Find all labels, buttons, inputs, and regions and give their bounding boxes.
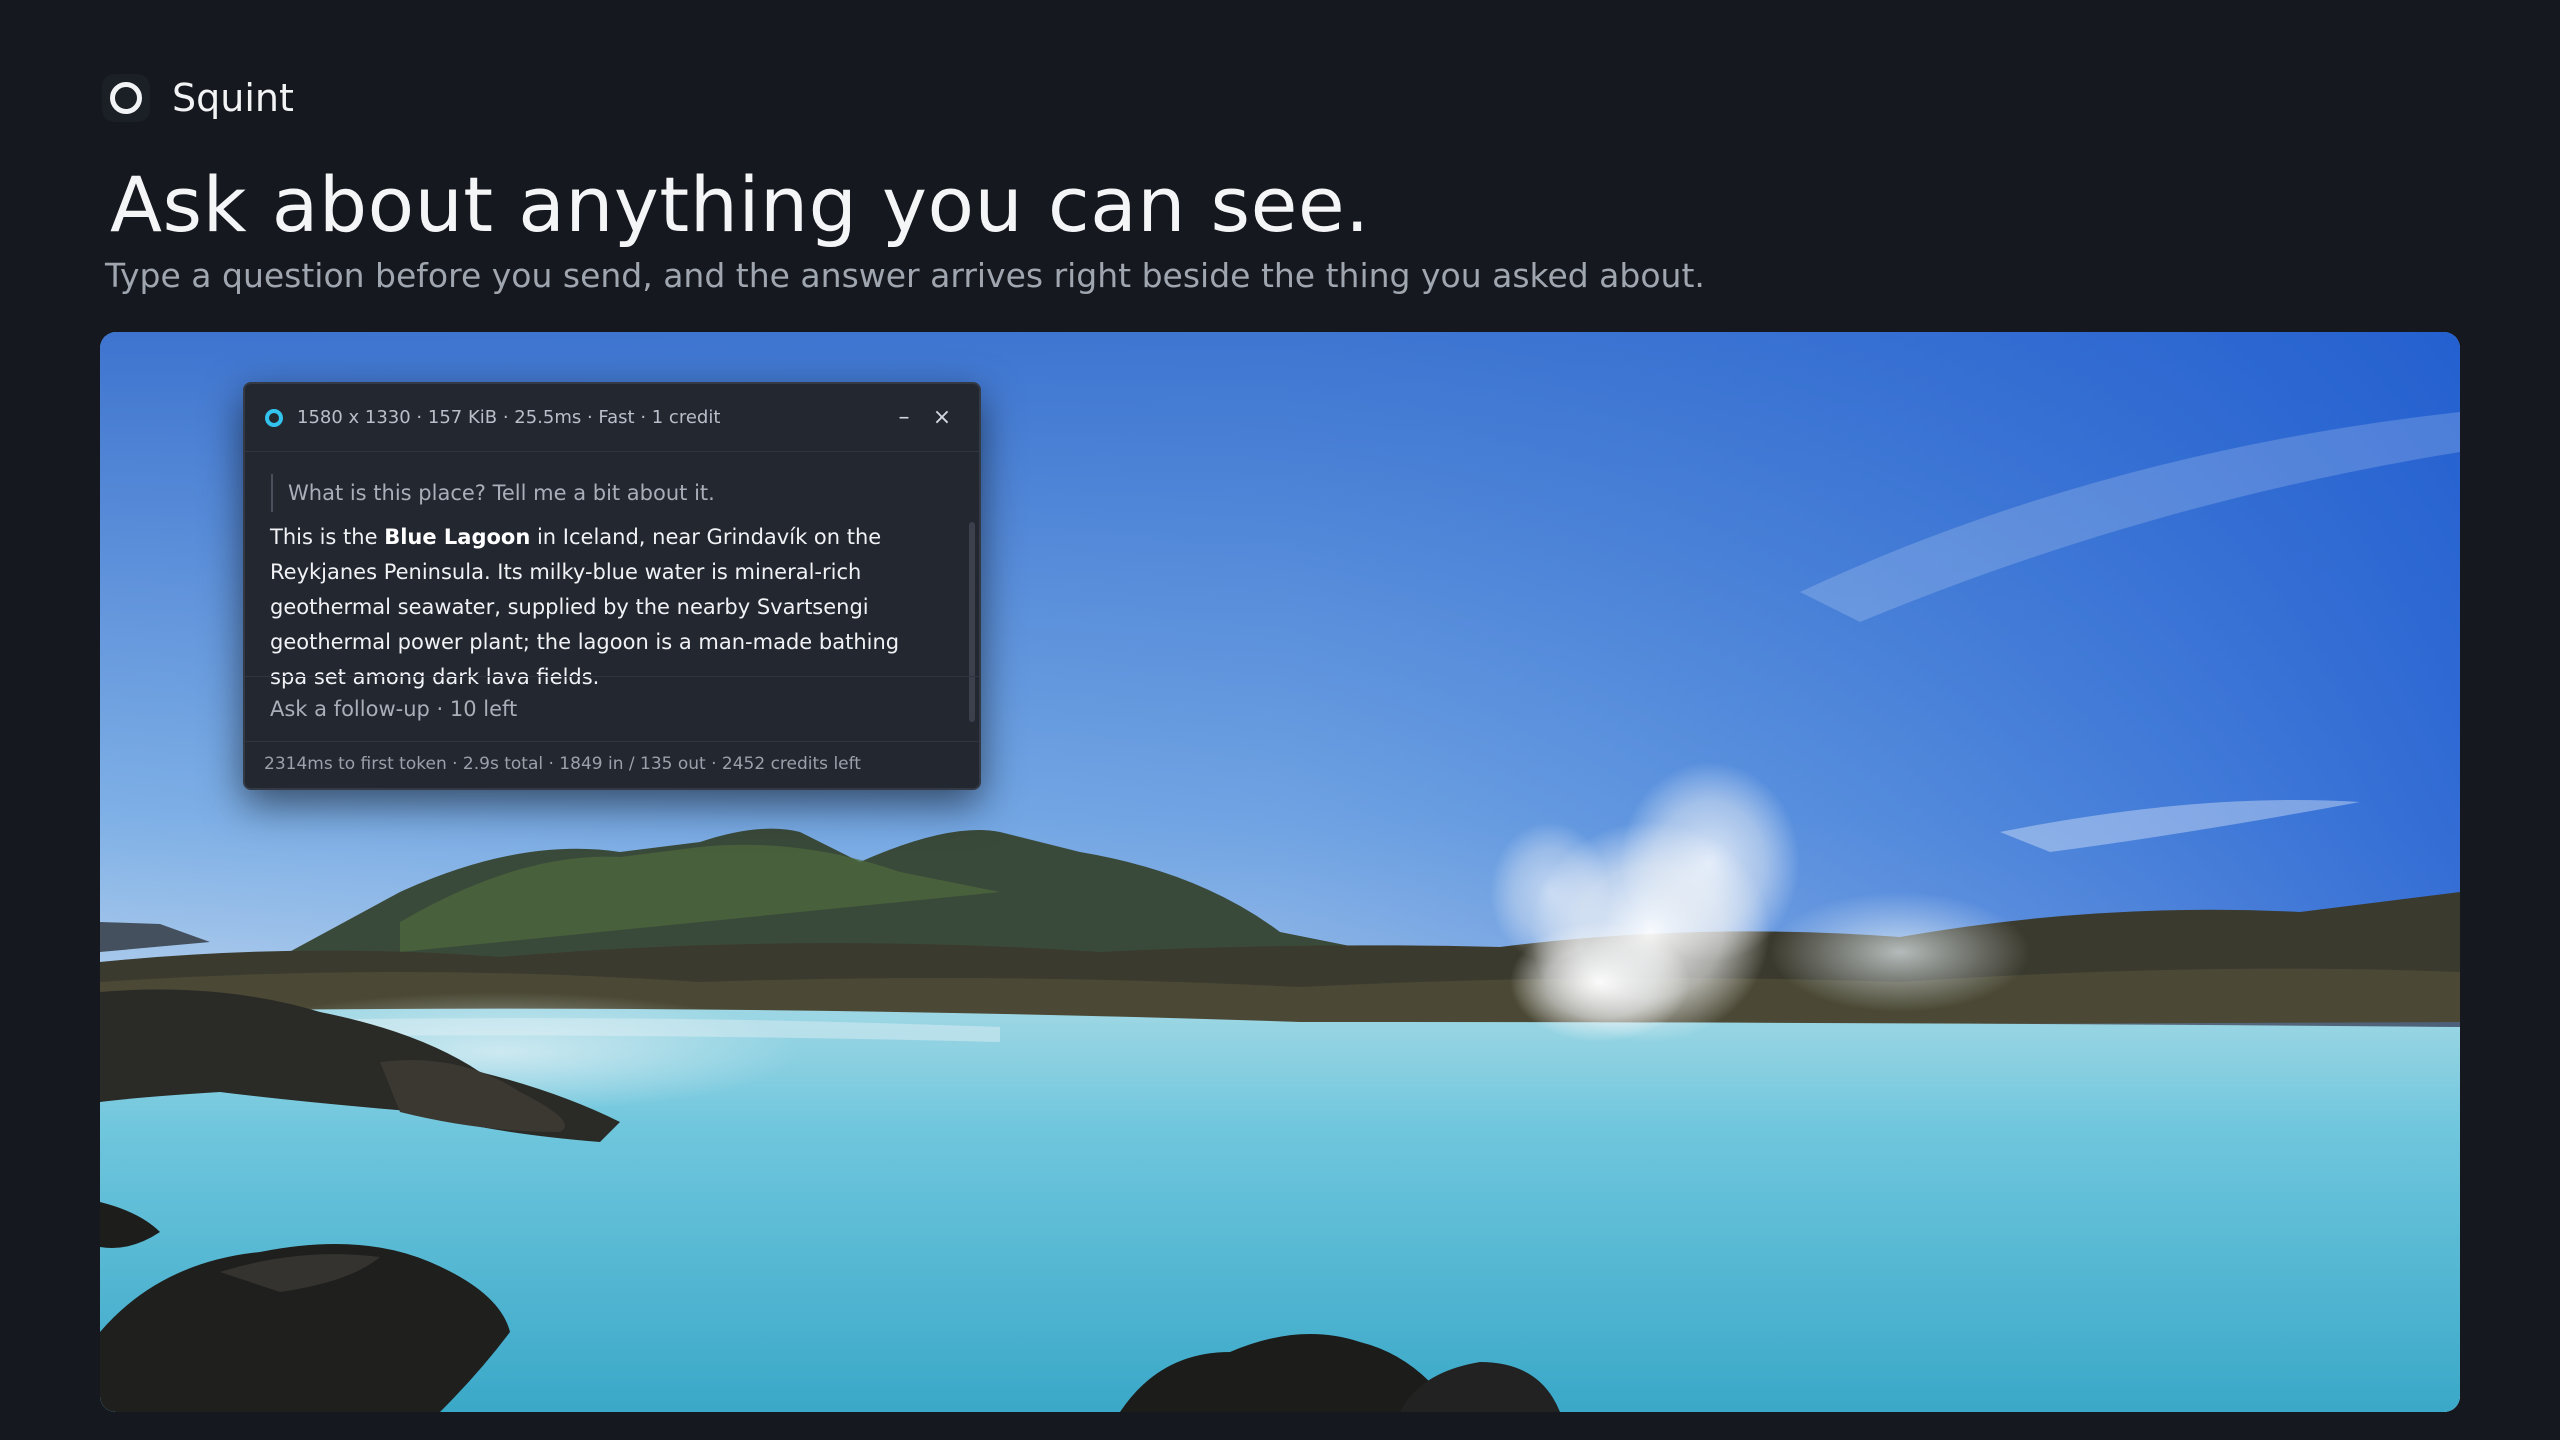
- assistant-answer: This is the Blue Lagoon in Iceland, near…: [270, 520, 931, 695]
- ring-logo-icon: [102, 74, 150, 122]
- conversation: What is this place? Tell me a bit about …: [245, 452, 979, 722]
- user-question: What is this place? Tell me a bit about …: [271, 474, 931, 512]
- answer-text-before: This is the: [270, 525, 385, 549]
- minimize-button[interactable]: –: [885, 399, 923, 437]
- page-title: Ask about anything you can see.: [110, 160, 1370, 249]
- answer-text-after: in Iceland, near Grindavík on the Reykja…: [270, 525, 900, 689]
- panel-titlebar[interactable]: 1580 x 1330 · 157 KiB · 25.5ms · Fast · …: [245, 384, 979, 452]
- app-name: Squint: [172, 76, 294, 120]
- page-subtitle: Type a question before you send, and the…: [105, 256, 1705, 295]
- status-ring-icon: [265, 408, 283, 427]
- follow-up-input[interactable]: Ask a follow-up · 10 left: [245, 676, 979, 742]
- answer-highlight: Blue Lagoon: [384, 525, 531, 549]
- brand: Squint: [102, 74, 294, 122]
- close-button[interactable]: ×: [923, 399, 961, 437]
- usage-stats: 2314ms to first token · 2.9s total · 184…: [264, 754, 861, 774]
- page: Squint Ask about anything you can see. T…: [0, 0, 2560, 1440]
- image-meta: 1580 x 1330 · 157 KiB · 25.5ms · Fast · …: [297, 407, 721, 428]
- answer-panel: 1580 x 1330 · 157 KiB · 25.5ms · Fast · …: [243, 382, 981, 790]
